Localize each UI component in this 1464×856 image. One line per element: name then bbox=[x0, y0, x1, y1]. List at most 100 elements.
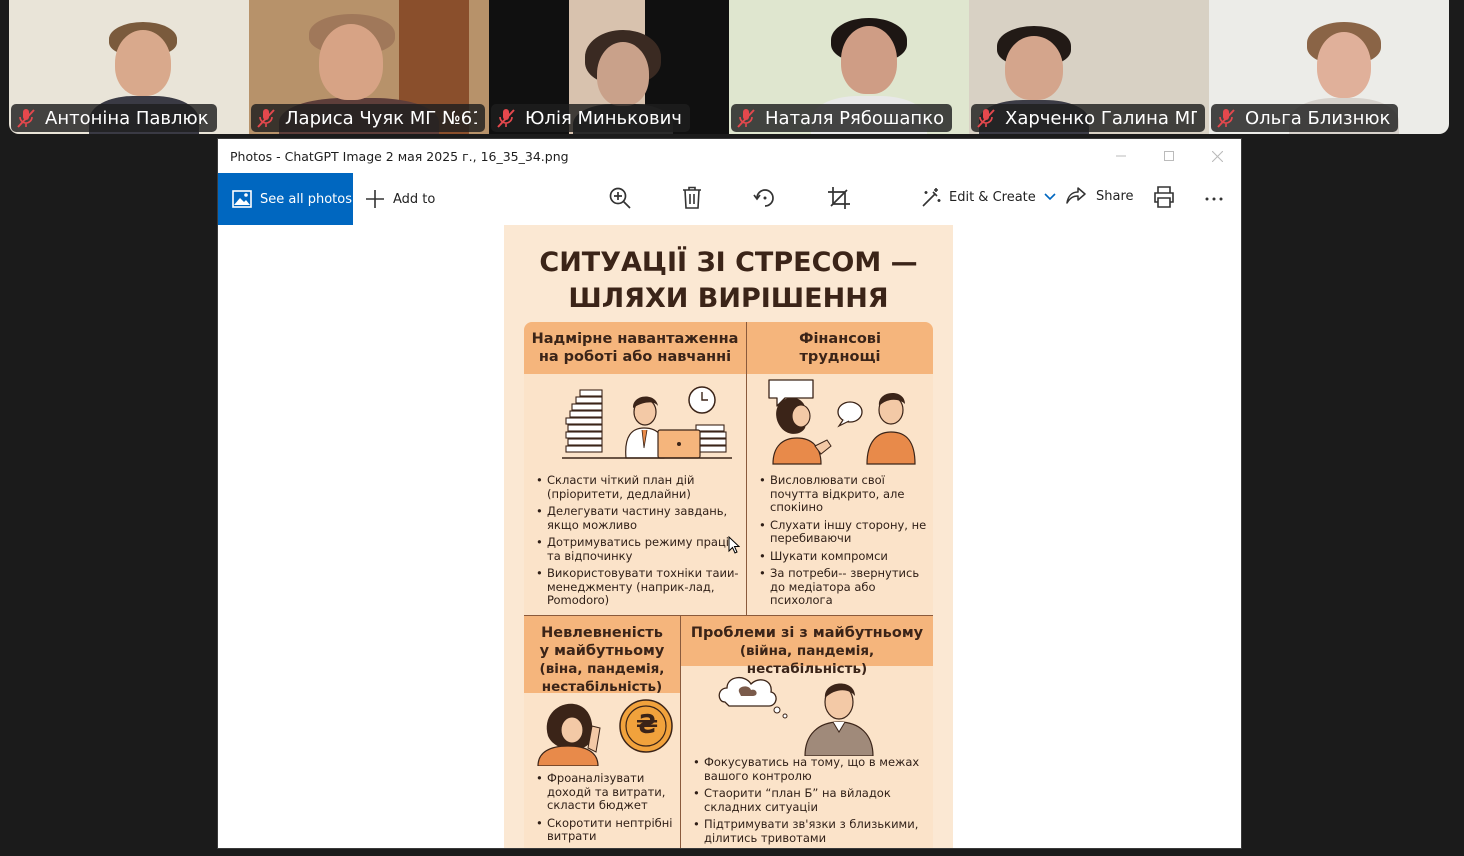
card-finance-header-line2: труднощі bbox=[799, 349, 881, 365]
participant-name: Ольга Близнюк bbox=[1245, 107, 1391, 129]
maximize-button[interactable] bbox=[1145, 139, 1193, 173]
rotate-icon bbox=[753, 189, 774, 207]
card-uncertainty-header-line1: Невлевненість bbox=[541, 625, 663, 641]
participant-face bbox=[1317, 32, 1371, 98]
card-workload-header-line2: на роботі або навчанні bbox=[538, 349, 732, 365]
chevron-down-icon bbox=[1044, 193, 1056, 201]
participant-name: Антоніна Павлюк bbox=[45, 107, 209, 129]
more-options-button[interactable] bbox=[1204, 189, 1224, 209]
more-icon bbox=[1205, 197, 1223, 201]
mic-muted-icon bbox=[1217, 109, 1235, 128]
list-item: Скоротити нептрібні витрати bbox=[536, 816, 678, 844]
anxious-man-illustration-icon bbox=[718, 677, 874, 756]
zoom-in-icon bbox=[609, 187, 631, 209]
participant-tile[interactable]: Ольга Близнюк bbox=[1209, 0, 1449, 134]
edit-create-button[interactable]: Edit & Create bbox=[921, 186, 1056, 208]
participant-name: Юлія Минькович bbox=[525, 107, 682, 129]
photos-window: Photos - ChatGPT Image 2 мая 2025 г., 16… bbox=[218, 139, 1241, 848]
plus-icon bbox=[366, 190, 384, 208]
card-future-list: Фокусуватись на тому, що в межах вашого … bbox=[693, 755, 929, 848]
list-item: Стаорити “план Б” на вйладок складних си… bbox=[693, 786, 929, 814]
workload-illustration-icon bbox=[562, 386, 732, 459]
participant-tile[interactable]: Харченко Галина МГ ... bbox=[969, 0, 1209, 134]
crop-icon bbox=[828, 187, 850, 209]
card-uncertainty-header-line2: у майбутньому bbox=[539, 643, 665, 659]
mic-muted-icon bbox=[17, 109, 35, 128]
card-workload-list: Скласти чіткий план дій (пріоритети, дед… bbox=[536, 473, 741, 612]
list-item: Скласти чіткий план дій (пріоритети, дед… bbox=[536, 473, 741, 501]
share-button[interactable]: Share bbox=[1066, 186, 1134, 206]
participant-tile[interactable]: Антоніна Павлюк bbox=[9, 0, 249, 134]
participant-name: Харченко Галина МГ ... bbox=[1005, 107, 1197, 129]
maximize-icon bbox=[1164, 151, 1174, 161]
edit-create-icon bbox=[922, 188, 941, 207]
see-all-photos-label: See all photos bbox=[260, 191, 352, 207]
trash-icon bbox=[683, 186, 701, 209]
mic-muted-icon bbox=[977, 109, 995, 128]
card-finance-header: Фінансові труднощі bbox=[747, 322, 933, 374]
see-all-photos-button[interactable]: See all photos bbox=[218, 173, 353, 225]
participant-face bbox=[1005, 36, 1063, 100]
card-workload-header-line1: Надмірне навантаженна bbox=[531, 331, 739, 347]
window-title: Photos - ChatGPT Image 2 мая 2025 г., 16… bbox=[230, 148, 569, 164]
participant-name-tag: Антоніна Павлюк bbox=[11, 104, 217, 132]
crop-button[interactable] bbox=[827, 186, 851, 210]
image-canvas[interactable]: СИТУАЦІЇ ЗІ СТРЕСОМ — ШЛЯХИ ВИРІШЕННЯ На… bbox=[218, 225, 1241, 848]
participant-name-tag: Юлія Минькович bbox=[491, 104, 690, 132]
participant-face bbox=[841, 26, 897, 94]
conversation-illustration-icon bbox=[768, 379, 916, 465]
share-label: Share bbox=[1096, 188, 1134, 204]
card-workload-header: Надмірне навантаженна на роботі або навч… bbox=[524, 322, 746, 374]
card-workload: Надмірне навантаженна на роботі або навч… bbox=[524, 322, 746, 615]
mic-muted-icon bbox=[497, 109, 515, 128]
card-uncertainty-header-sub1: (віна, пандемія, bbox=[539, 661, 665, 677]
card-future-header-line1: Проблеми зі з майбутньому bbox=[690, 625, 924, 641]
participant-name-tag: Харченко Галина МГ ... bbox=[971, 104, 1205, 132]
card-finance-list: Висловлювати свої почутта відкрито, але … bbox=[759, 473, 929, 612]
rotate-button[interactable] bbox=[753, 186, 777, 210]
delete-button[interactable] bbox=[681, 186, 703, 210]
close-button[interactable] bbox=[1193, 139, 1241, 173]
participant-face bbox=[597, 42, 649, 106]
list-item: Висловлювати свої почутта відкрито, але … bbox=[759, 473, 929, 515]
card-finance-header-line1: Фінансові bbox=[799, 331, 881, 347]
minimize-button[interactable] bbox=[1097, 139, 1145, 173]
participant-tile[interactable]: Юлія Минькович bbox=[489, 0, 729, 134]
participant-name-tag: Наталя Рябошапко bbox=[731, 104, 953, 132]
participant-face bbox=[115, 30, 171, 96]
add-to-button[interactable]: Add to bbox=[365, 189, 435, 209]
participant-tile[interactable]: Наталя Рябошапко bbox=[729, 0, 969, 134]
printer-icon bbox=[1154, 186, 1174, 208]
poster-title-line1: СИТУАЦІЇ ЗІ СТРЕСОМ — bbox=[539, 247, 918, 278]
card-uncertainty: Невлевненість у майбутньому (віна, панде… bbox=[524, 616, 680, 848]
share-icon bbox=[1066, 187, 1086, 204]
list-item: Слухати іншу сторону, не перебиваючи bbox=[759, 518, 929, 546]
list-item: Підтримувати зв'язки з близькими, ділити… bbox=[693, 817, 929, 845]
print-button[interactable] bbox=[1153, 186, 1175, 208]
participant-face bbox=[319, 24, 383, 100]
coin-symbol: ₴ bbox=[635, 710, 659, 740]
card-uncertainty-header: Невлевненість у майбутньому (віна, панде… bbox=[524, 616, 680, 695]
card-finance: Фінансові труднощі Висловлювати свої поч… bbox=[747, 322, 933, 615]
close-icon bbox=[1211, 150, 1223, 162]
poster-title-line2: ШЛЯХИ ВИРІШЕННЯ bbox=[568, 283, 889, 314]
poster-title: СИТУАЦІЇ ЗІ СТРЕСОМ — ШЛЯХИ ВИРІШЕННЯ bbox=[504, 245, 953, 317]
participants-strip: Антоніна Павлюк Лариса Чуяк МГ №61 Юлія Ми… bbox=[9, 0, 1449, 134]
list-item: За потреби-- звернутись до медіатора або… bbox=[759, 566, 929, 608]
participant-tile[interactable]: Лариса Чуяк МГ №61 bbox=[249, 0, 489, 134]
list-item: Делегувати частину завдань, якщо можливо bbox=[536, 504, 741, 532]
list-item: Дотримуватись режиму праці та відпочинку bbox=[536, 535, 741, 563]
list-item: Шукати компромси bbox=[759, 549, 929, 564]
photos-icon bbox=[232, 190, 252, 208]
card-future-header: Проблеми зі з майбутньому (війна, пандем… bbox=[681, 616, 933, 677]
mic-muted-icon bbox=[257, 109, 275, 128]
card-future: Проблеми зі з майбутньому (війна, пандем… bbox=[681, 616, 933, 848]
add-to-label: Add to bbox=[393, 191, 436, 207]
edit-create-label: Edit & Create bbox=[949, 189, 1036, 205]
participant-name: Лариса Чуяк МГ №61 bbox=[285, 107, 477, 129]
minimize-icon bbox=[1116, 155, 1126, 157]
zoom-button[interactable] bbox=[608, 186, 632, 210]
mouse-cursor-icon bbox=[728, 536, 740, 554]
mic-muted-icon bbox=[737, 109, 755, 128]
participant-name-tag: Лариса Чуяк МГ №61 bbox=[251, 104, 485, 132]
